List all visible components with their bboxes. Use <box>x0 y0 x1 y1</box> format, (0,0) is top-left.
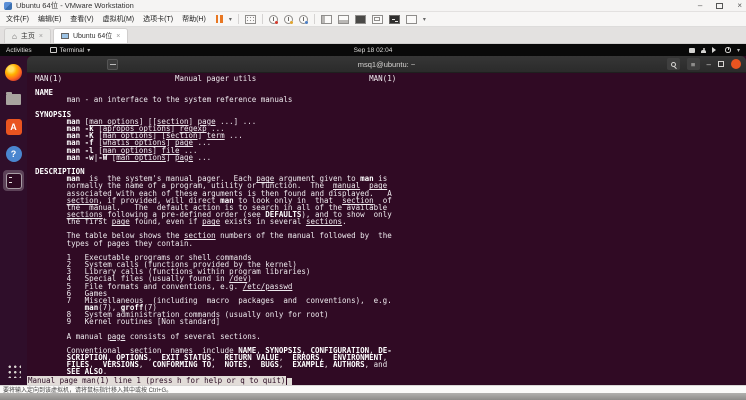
vmware-window: Ubuntu 64位 - VMware Workstation – × 文件(F… <box>0 0 746 400</box>
help-icon: ? <box>6 146 22 162</box>
tab-label: 主页 <box>21 31 35 41</box>
menu-items: 文件(F) 编辑(E) 查看(V) 虚拟机(M) 选项卡(T) 帮助(H) <box>6 14 206 24</box>
firefox-icon <box>5 64 22 81</box>
terminal-close-button[interactable] <box>731 59 741 69</box>
menu-item-3[interactable]: 虚拟机(M) <box>103 14 135 24</box>
power-icon[interactable] <box>725 47 731 53</box>
vmware-menubar: 文件(F) 编辑(E) 查看(V) 虚拟机(M) 选项卡(T) 帮助(H) ▾ ▾ <box>0 12 746 27</box>
terminal-headerbar[interactable]: msq1@ubuntu: ~ ≡ – <box>27 56 746 73</box>
tab-close-icon[interactable]: × <box>39 33 43 40</box>
software-icon: A <box>6 119 22 135</box>
menu-item-0[interactable]: 文件(F) <box>6 14 29 24</box>
toolbar-separator <box>262 14 263 24</box>
dock-item-files[interactable] <box>3 89 24 110</box>
terminal-maximize-button[interactable] <box>718 61 724 67</box>
app-menu-caret-icon: ▾ <box>87 47 90 54</box>
toolbar-separator <box>238 14 239 24</box>
guest-screen: Sep 18 02:04 Activities Terminal ▾ ▾ A? … <box>0 44 746 385</box>
vm-screen-icon <box>61 33 69 39</box>
menu-item-4[interactable]: 选项卡(T) <box>143 14 173 24</box>
terminal-minimize-button[interactable]: – <box>707 60 711 69</box>
vmware-titlebar: Ubuntu 64位 - VMware Workstation – × <box>0 0 746 12</box>
send-ctrl-alt-del-button[interactable] <box>245 15 256 24</box>
dock-item-show-apps[interactable] <box>3 360 24 381</box>
manage-snapshots-button[interactable] <box>299 15 308 24</box>
tab-ubuntu-64[interactable]: Ubuntu 64位 × <box>53 28 128 43</box>
new-tab-button[interactable] <box>107 59 118 70</box>
dock-item-help[interactable]: ? <box>3 143 24 164</box>
menu-item-5[interactable]: 帮助(H) <box>182 14 206 24</box>
pager-status-text: Manual page man(1) line 1 (press h for h… <box>27 376 286 385</box>
statusbar-message: 要将输入定向到该虚拟机，请将鼠标指针移入其中或按 Ctrl+G。 <box>3 385 172 394</box>
dock: A? <box>0 56 27 385</box>
open-console-button[interactable] <box>389 15 400 24</box>
terminal-body[interactable]: MAN(1) Manual pager utils MAN(1) NAME ma… <box>27 73 746 385</box>
terminal-title: msq1@ubuntu: ~ <box>27 60 746 69</box>
gnome-top-bar: Sep 18 02:04 Activities Terminal ▾ ▾ <box>0 44 746 56</box>
console-view-button[interactable] <box>355 15 366 24</box>
revert-snapshot-button[interactable] <box>284 15 293 24</box>
input-source-icon[interactable] <box>689 48 695 53</box>
fit-guest-dropdown-icon[interactable]: ▾ <box>423 16 426 23</box>
window-minimize-button[interactable]: – <box>698 1 702 10</box>
dock-item-terminal-app[interactable] <box>3 170 24 191</box>
clock[interactable]: Sep 18 02:04 <box>0 47 746 54</box>
host-desktop-strip <box>0 393 746 400</box>
activities-button[interactable]: Activities <box>6 47 32 54</box>
terminal-cursor <box>287 378 292 385</box>
window-title: Ubuntu 64位 - VMware Workstation <box>16 0 134 11</box>
vmware-toolbar: ▾ ▾ <box>216 14 426 24</box>
hamburger-icon: ≡ <box>691 60 695 69</box>
search-button[interactable] <box>667 58 680 70</box>
fullscreen-button[interactable] <box>372 15 383 24</box>
show-apps-icon <box>6 363 21 378</box>
home-icon: ⌂ <box>12 32 17 41</box>
system-menu-caret-icon[interactable]: ▾ <box>737 47 740 54</box>
tab-close-icon[interactable]: × <box>116 33 120 40</box>
menu-item-2[interactable]: 查看(V) <box>70 14 93 24</box>
tab-label: Ubuntu 64位 <box>73 31 112 41</box>
app-menu[interactable]: Terminal ▾ <box>50 47 91 54</box>
search-icon <box>671 62 676 67</box>
terminal-app-icon <box>50 47 57 53</box>
power-pause-button[interactable] <box>216 15 223 23</box>
terminal-app-icon <box>6 173 22 189</box>
app-menu-label: Terminal <box>60 47 85 54</box>
power-dropdown-icon[interactable]: ▾ <box>229 16 232 23</box>
files-icon <box>6 94 21 105</box>
volume-icon[interactable] <box>712 47 719 53</box>
window-maximize-button[interactable] <box>716 3 723 9</box>
pager-status-line: Manual page man(1) line 1 (press h for h… <box>27 377 292 385</box>
tab-home[interactable]: ⌂ 主页 × <box>4 28 51 43</box>
dock-item-firefox[interactable] <box>3 62 24 83</box>
menu-button[interactable]: ≡ <box>687 58 700 70</box>
dock-item-software[interactable]: A <box>3 116 24 137</box>
vmware-statusbar: 要将输入定向到该虚拟机，请将鼠标指针移入其中或按 Ctrl+G。 <box>0 385 746 393</box>
tab-strip: ⌂ 主页 × Ubuntu 64位 × <box>0 27 746 44</box>
accessibility-icon[interactable] <box>701 48 706 53</box>
fit-guest-button[interactable] <box>406 15 417 24</box>
toolbar-separator <box>314 14 315 24</box>
terminal-output[interactable]: MAN(1) Manual pager utils MAN(1) NAME ma… <box>27 73 746 376</box>
window-close-button[interactable]: × <box>737 1 742 10</box>
menu-item-1[interactable]: 编辑(E) <box>38 14 61 24</box>
terminal-window: msq1@ubuntu: ~ ≡ – MAN(1) Manual pager u… <box>27 56 746 385</box>
vmware-logo-icon <box>4 2 12 10</box>
show-library-button[interactable] <box>321 15 332 24</box>
take-snapshot-button[interactable] <box>269 15 278 24</box>
show-thumbnail-bar-button[interactable] <box>338 15 349 24</box>
